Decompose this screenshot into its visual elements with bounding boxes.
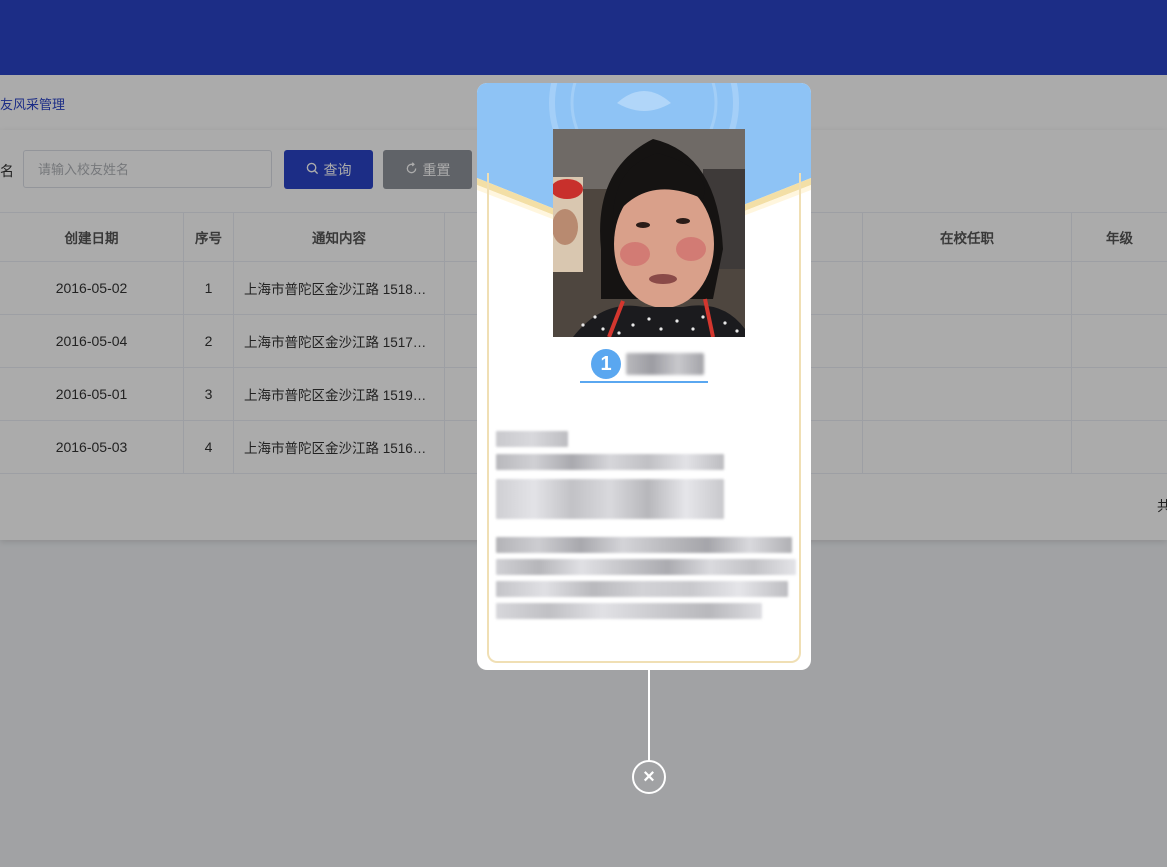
close-icon: × — [643, 765, 655, 788]
name-underline — [580, 381, 708, 383]
alumni-name-row: 1 — [580, 347, 708, 383]
profile-card-modal: 1 — [477, 83, 811, 670]
close-button[interactable]: × — [632, 760, 666, 794]
close-connector-line — [648, 670, 650, 762]
alumni-photo — [553, 129, 745, 337]
profile-text-redacted — [496, 431, 796, 627]
alumni-name-redacted — [626, 353, 704, 375]
rank-badge: 1 — [591, 349, 621, 379]
